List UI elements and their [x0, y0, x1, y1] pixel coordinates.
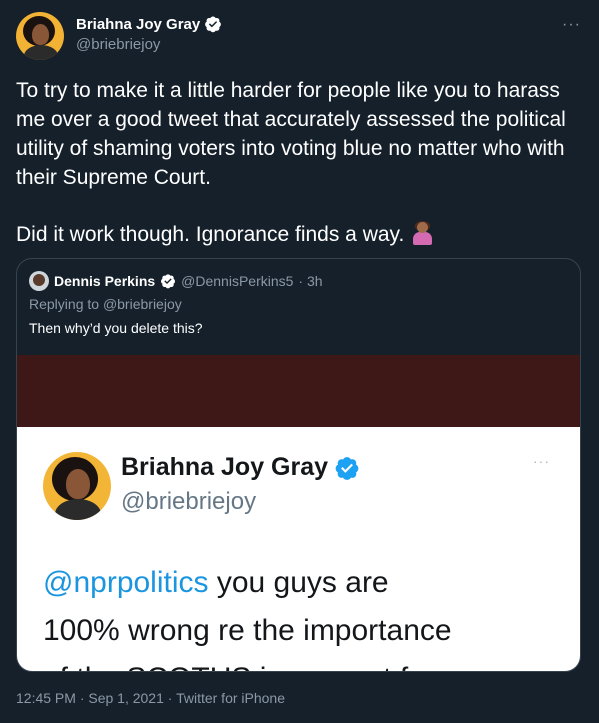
tweet-paragraph-2: Did it work though. Ignorance finds a wa… [16, 223, 405, 246]
author-avatar[interactable] [16, 12, 64, 60]
screenshot-line-2: 100% wrong re the importance [43, 614, 452, 647]
quoted-author-avatar[interactable] [29, 271, 49, 291]
woman-shrugging-emoji-icon [410, 221, 434, 245]
quoted-tweet[interactable]: Dennis Perkins @DennisPerkins5 · 3h Repl… [16, 258, 581, 672]
author-info: Briahna Joy Gray @briebriejoy [76, 15, 222, 53]
tweet-header: Briahna Joy Gray @briebriejoy ··· [16, 12, 583, 60]
screenshot-text: @nprpolitics you guys are 100% wrong re … [43, 559, 580, 671]
replying-to-prefix: Replying to [29, 296, 100, 312]
tweet-paragraph-2-row: Did it work though. Ignorance finds a wa… [16, 220, 581, 249]
tweet-body: To try to make it a little harder for pe… [16, 76, 581, 249]
more-options-icon[interactable]: ··· [562, 16, 581, 34]
author-handle[interactable]: @briebriejoy [76, 36, 222, 53]
author-name[interactable]: Briahna Joy Gray [76, 16, 200, 33]
image-top-band [17, 355, 580, 427]
tweet-meta[interactable]: 12:45 PM · Sep 1, 2021 · Twitter for iPh… [16, 690, 285, 706]
screenshot-avatar [43, 452, 111, 520]
author-name-row[interactable]: Briahna Joy Gray [76, 15, 222, 33]
screenshot-line-3: of the SCOTUS in support for [43, 655, 580, 671]
screenshot-name-row: Briahna Joy Gray [121, 453, 360, 482]
quoted-tweet-image[interactable]: Briahna Joy Gray @briebriejoy ··· @nprpo… [17, 355, 580, 671]
screenshot-line-1-rest: you guys are [208, 566, 389, 599]
quoted-author-name[interactable]: Dennis Perkins [54, 273, 155, 289]
replying-to-handle[interactable]: @briebriejoy [103, 296, 182, 312]
screenshot-name: Briahna Joy Gray [121, 453, 329, 481]
screenshot-handle: @briebriejoy [121, 488, 257, 515]
quoted-tweet-time[interactable]: · 3h [298, 273, 322, 289]
quoted-author-handle[interactable]: @DennisPerkins5 [181, 273, 293, 289]
verified-icon [335, 456, 359, 480]
quoted-tweet-header: Dennis Perkins @DennisPerkins5 · 3h [29, 271, 323, 291]
verified-icon [161, 274, 176, 289]
screenshot-more-icon: ··· [533, 453, 550, 469]
replying-to: Replying to @briebriejoy [29, 296, 182, 312]
screenshot-mention: @nprpolitics [43, 566, 209, 599]
verified-icon [205, 16, 222, 33]
screenshot-line-1: @nprpolitics you guys are [43, 559, 580, 607]
tweet-paragraph-1: To try to make it a little harder for pe… [16, 79, 566, 189]
quoted-tweet-text: Then why’d you delete this? [29, 320, 203, 336]
